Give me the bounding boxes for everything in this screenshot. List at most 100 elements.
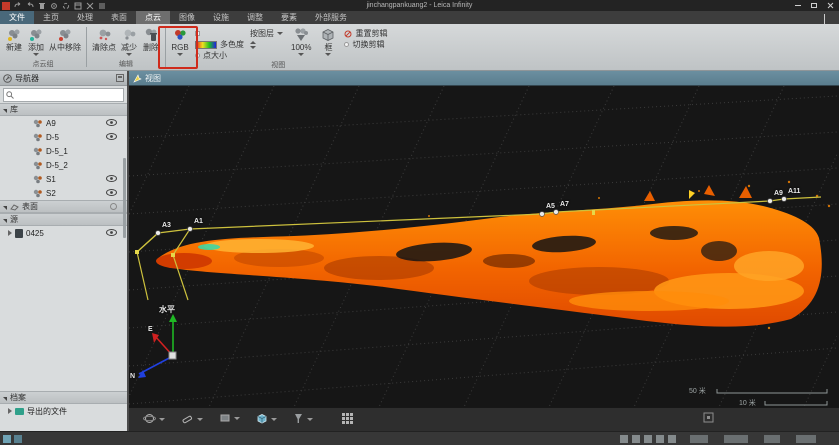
status-icon-left-2[interactable]	[14, 435, 22, 443]
tree-scrollbar[interactable]	[123, 158, 126, 238]
tree-item-source-file[interactable]: 0425	[0, 226, 127, 240]
tree-section-surfaces[interactable]: 表面	[0, 200, 127, 213]
tree-item-pointcloud[interactable]: D-5	[0, 130, 127, 144]
pointcloud-new-icon	[5, 27, 23, 42]
grid-toggle-button[interactable]	[341, 412, 354, 425]
filter-dropdown-icon[interactable]	[307, 418, 313, 421]
clip-options: 重置剪辑 切换剪辑	[344, 26, 387, 50]
tree-item-pointcloud[interactable]: D-5_2	[0, 158, 127, 172]
tree-item-pointcloud[interactable]: A9	[0, 116, 127, 130]
tab-home[interactable]: 主页	[34, 11, 68, 24]
axis-up-label: 水平	[159, 304, 175, 315]
cube-view-button[interactable]	[255, 412, 277, 425]
by-layer-dropdown[interactable]: 按图层	[250, 28, 283, 39]
remove-from-pointcloud-button[interactable]: 从中移除	[47, 26, 83, 53]
add-to-pointcloud-button[interactable]: 添加	[25, 26, 47, 57]
clip-box-button[interactable]: 框	[317, 26, 339, 57]
refresh-icon[interactable]	[62, 2, 70, 10]
tab-surfaces[interactable]: 表面	[102, 11, 136, 24]
tab-file[interactable]: 文件	[0, 11, 34, 24]
cube-dropdown-icon[interactable]	[271, 418, 277, 421]
tree-section-library[interactable]: 库	[0, 103, 127, 116]
expanded-arrow-icon[interactable]	[3, 219, 7, 223]
status-icon[interactable]	[644, 435, 652, 443]
status-icon[interactable]	[656, 435, 664, 443]
tab-imaging[interactable]: 图像	[170, 11, 204, 24]
status-icon[interactable]	[668, 435, 676, 443]
ribbon-group-pointclouds: 新建 添加 从中移除 点云组	[0, 24, 86, 70]
expanded-arrow-icon[interactable]	[3, 397, 7, 401]
filter-flag-icon	[293, 412, 304, 425]
view-window-header[interactable]: 视图	[129, 71, 839, 86]
add-dropdown-icon[interactable]	[33, 53, 39, 56]
density-dropdown-icon[interactable]	[298, 53, 304, 56]
tree-section-archive[interactable]: 档案	[0, 391, 127, 404]
multicolor-option[interactable]: 多色度	[195, 39, 244, 50]
visibility-eye-icon[interactable]	[106, 175, 117, 184]
tab-features[interactable]: 要素	[272, 11, 306, 24]
reset-clip-button[interactable]: 重置剪辑	[344, 28, 387, 39]
close-tool-icon[interactable]	[86, 2, 94, 10]
undo-icon[interactable]	[14, 2, 22, 10]
collapsed-arrow-icon[interactable]	[8, 408, 12, 414]
density-button[interactable]: 100%	[289, 26, 313, 57]
tab-pointclouds[interactable]: 点云	[136, 11, 170, 24]
tree-item-exported-files[interactable]: 导出的文件	[0, 404, 127, 418]
navigator-compass-icon	[3, 74, 12, 83]
expanded-arrow-icon[interactable]	[3, 109, 7, 113]
tab-infrastructure[interactable]: 设施	[204, 11, 238, 24]
filter-tool-button[interactable]	[293, 412, 313, 425]
point-size-stepper[interactable]	[250, 41, 256, 49]
clip-dropdown-icon[interactable]	[234, 417, 240, 420]
point-label: A11	[788, 188, 800, 195]
tab-adjustments[interactable]: 调整	[238, 11, 272, 24]
clear-points-button[interactable]: 清除点	[90, 26, 118, 53]
maximize-button[interactable]	[809, 2, 819, 10]
expanded-arrow-icon[interactable]	[3, 206, 7, 210]
color-mode-checkbox[interactable]	[195, 31, 200, 36]
rgb-coloring-button[interactable]: RGB	[169, 26, 191, 57]
collapse-ribbon-icon[interactable]	[824, 15, 831, 20]
list-icon[interactable]	[98, 2, 106, 10]
snapshot-button[interactable]	[703, 412, 714, 423]
measure-tool-button[interactable]	[181, 412, 203, 425]
tree-section-source[interactable]: 源	[0, 213, 127, 226]
tab-services[interactable]: 外部服务	[306, 11, 356, 24]
toggle-clip-checkbox[interactable]: 切换剪辑	[344, 39, 387, 50]
clip-tool-button[interactable]	[219, 412, 240, 424]
reduce-points-button[interactable]: 减少	[118, 26, 140, 57]
status-icon[interactable]	[632, 435, 640, 443]
visibility-eye-icon[interactable]	[106, 189, 117, 198]
settings-icon[interactable]	[50, 2, 58, 10]
close-button[interactable]	[825, 2, 835, 10]
delete-tool-icon[interactable]	[38, 2, 46, 10]
tab-processing[interactable]: 处理	[68, 11, 102, 24]
rgb-dropdown-icon[interactable]	[177, 53, 183, 56]
visibility-eye-icon[interactable]	[106, 119, 117, 128]
pin-panel-icon[interactable]	[116, 74, 124, 82]
tree-item-pointcloud[interactable]: D-5_1	[0, 144, 127, 158]
reduce-dropdown-icon[interactable]	[126, 53, 132, 56]
tree-item-pointcloud[interactable]: S2	[0, 186, 127, 200]
box-dropdown-icon[interactable]	[325, 53, 331, 56]
3d-canvas[interactable]: A3 A1 A5 A7 A9 A11 水平 E N 50 米 10 米	[129, 86, 839, 407]
orbit-tool-button[interactable]	[143, 412, 165, 425]
box-cube-icon	[319, 27, 337, 42]
new-pointcloud-button[interactable]: 新建	[3, 26, 25, 53]
status-icon[interactable]	[620, 435, 628, 443]
visibility-eye-icon[interactable]	[106, 229, 117, 238]
delete-points-button[interactable]: 删除	[140, 26, 162, 53]
navigator-search-input[interactable]	[16, 91, 121, 100]
measure-dropdown-icon[interactable]	[197, 418, 203, 421]
window-layout-icon[interactable]	[74, 2, 82, 10]
toggle-clip-radio-icon	[344, 42, 349, 47]
visibility-eye-icon[interactable]	[106, 133, 117, 142]
status-icon-left-1[interactable]	[3, 435, 11, 443]
point-size-option[interactable]: 点大小	[195, 50, 244, 61]
collapsed-arrow-icon[interactable]	[8, 230, 12, 236]
tree-item-pointcloud[interactable]: S1	[0, 172, 127, 186]
minimize-button[interactable]	[793, 2, 803, 10]
redo-icon[interactable]	[26, 2, 34, 10]
orbit-dropdown-icon[interactable]	[159, 418, 165, 421]
point-size-radio[interactable]	[195, 53, 200, 58]
